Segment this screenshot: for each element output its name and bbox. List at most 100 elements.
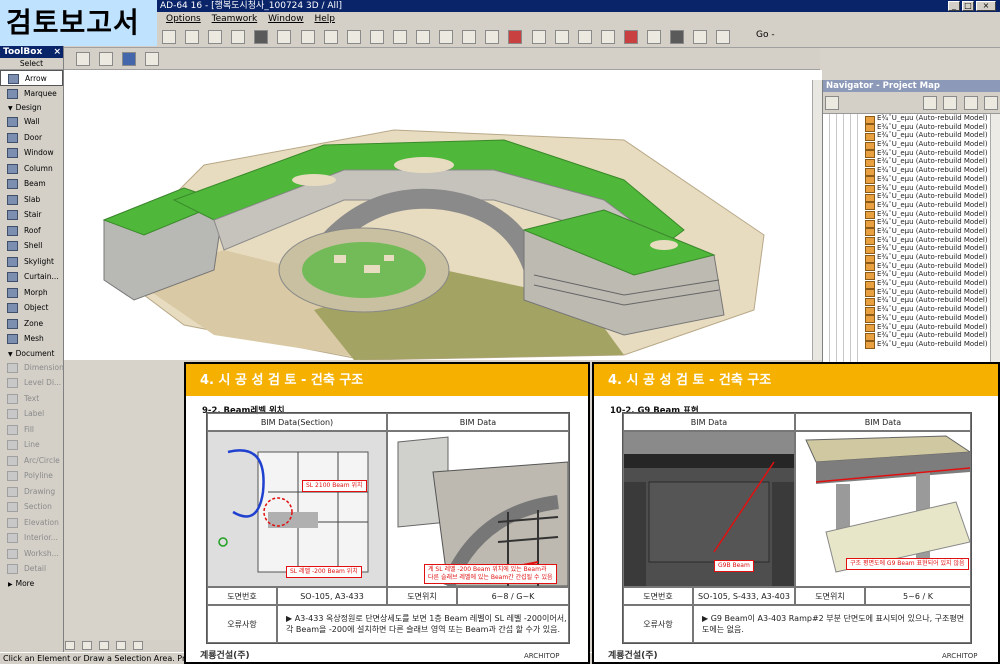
explode-icon[interactable] <box>577 30 592 44</box>
tool-object[interactable]: Object <box>0 300 63 316</box>
navigator-map-icon[interactable] <box>825 96 839 110</box>
navigator-item[interactable]: E¾ˆU_eµu (Auto-rebuild Model) <box>823 210 1000 219</box>
navigator-item[interactable]: E¾ˆU_eµu (Auto-rebuild Model) <box>823 157 1000 167</box>
rotated-rectangle-icon[interactable] <box>122 52 137 66</box>
tool-dimension[interactable]: Dimension <box>0 360 63 376</box>
maximize-button[interactable]: □ <box>962 1 974 11</box>
navigator-item[interactable]: E¾ˆU_eµu (Auto-rebuild Model) <box>823 236 1000 245</box>
navigator-item[interactable]: E¾ˆU_eµu (Auto-rebuild Model) <box>823 201 1000 211</box>
tool-arc-circle[interactable]: Arc/Circle <box>0 453 63 469</box>
navigator-item[interactable]: E¾ˆU_eµu (Auto-rebuild Model) <box>823 192 1000 202</box>
gravity-icon[interactable] <box>254 30 269 44</box>
navigator-item[interactable]: E¾ˆU_eµu (Auto-rebuild Model) <box>823 331 1000 341</box>
navigator-item[interactable]: E¾ˆU_eµu (Auto-rebuild Model) <box>823 314 1000 323</box>
publisher-icon[interactable] <box>983 96 998 110</box>
navigator-item[interactable]: E¾ˆU_eµu (Auto-rebuild Model) <box>823 114 1000 124</box>
intersect-icon[interactable] <box>485 30 500 44</box>
navigator-item[interactable]: E¾ˆU_eµu (Auto-rebuild Model) <box>823 131 1000 141</box>
pointer-icon[interactable] <box>145 52 160 66</box>
eyedropper-icon[interactable] <box>162 30 176 44</box>
tool-roof[interactable]: Roof <box>0 223 63 239</box>
tool-drawing[interactable]: Drawing <box>0 484 63 500</box>
navigator-item[interactable]: E¾ˆU_eµu (Auto-rebuild Model) <box>823 244 1000 254</box>
tool-fill[interactable]: Fill <box>0 422 63 438</box>
navigator-item[interactable]: E¾ˆU_eµu (Auto-rebuild Model) <box>823 305 1000 315</box>
distribute-icon[interactable] <box>300 30 315 44</box>
mirror-icon[interactable] <box>369 30 384 44</box>
tool-detail[interactable]: Detail <box>0 561 63 577</box>
tool-label[interactable]: Label <box>0 406 63 422</box>
tool-wall[interactable]: Wall <box>0 114 63 130</box>
navigator-item[interactable]: E¾ˆU_eµu (Auto-rebuild Model) <box>823 296 1000 306</box>
menu-options[interactable]: Options <box>166 14 201 24</box>
fillet-icon[interactable] <box>531 30 546 44</box>
tool-stair[interactable]: Stair <box>0 207 63 223</box>
navigator-item[interactable]: E¾ˆU_eµu (Auto-rebuild Model) <box>823 262 1000 271</box>
align-icon[interactable] <box>277 30 292 44</box>
layer-icon[interactable] <box>693 30 708 44</box>
go-menu[interactable]: Go - <box>756 30 775 40</box>
tool-mesh[interactable]: Mesh <box>0 331 63 347</box>
3d-viewport[interactable] <box>64 70 822 360</box>
section-icon[interactable] <box>646 30 661 44</box>
pan-icon[interactable] <box>133 641 144 650</box>
rectangle-selection-icon[interactable] <box>99 52 114 66</box>
tool-column[interactable]: Column <box>0 161 63 177</box>
group-icon[interactable] <box>600 30 615 44</box>
navigator-item[interactable]: E¾ˆU_eµu (Auto-rebuild Model) <box>823 140 1000 150</box>
navigator-item[interactable]: E¾ˆU_eµu (Auto-rebuild Model) <box>823 253 1000 263</box>
navigator-item[interactable]: E¾ˆU_eµu (Auto-rebuild Model) <box>823 288 1000 297</box>
offset-icon[interactable] <box>554 30 569 44</box>
design-section[interactable]: Design <box>0 101 63 114</box>
orbit-icon[interactable] <box>116 641 127 650</box>
resize-icon[interactable] <box>416 30 431 44</box>
navigator-item[interactable]: E¾ˆU_eµu (Auto-rebuild Model) <box>823 279 1000 289</box>
zoom-icon[interactable] <box>716 30 731 44</box>
tool-beam[interactable]: Beam <box>0 176 63 192</box>
layout-book-icon[interactable] <box>963 96 978 110</box>
more-section[interactable]: More <box>0 577 63 590</box>
menu-window[interactable]: Window <box>268 14 304 24</box>
navigator-scrollbar[interactable] <box>990 114 1000 362</box>
zoom-in-icon[interactable] <box>65 641 75 650</box>
navigator-item[interactable]: E¾ˆU_eµu (Auto-rebuild Model) <box>823 166 1000 176</box>
menu-help[interactable]: Help <box>314 14 335 24</box>
fit-window-icon[interactable] <box>99 641 110 650</box>
view-map-icon[interactable] <box>943 96 958 110</box>
navigator-item[interactable]: E¾ˆU_eµu (Auto-rebuild Model) <box>823 227 1000 237</box>
trim-icon[interactable] <box>508 30 523 44</box>
tool-skylight[interactable]: Skylight <box>0 254 63 270</box>
tool-line[interactable]: Line <box>0 437 63 453</box>
render-icon[interactable] <box>670 30 685 44</box>
syringe-icon[interactable] <box>185 30 200 44</box>
navigator-item[interactable]: E¾ˆU_eµu (Auto-rebuild Model) <box>823 149 1000 158</box>
magic-wand-icon[interactable] <box>208 30 223 44</box>
viewport-scrollbar[interactable] <box>812 80 822 360</box>
project-map-icon[interactable] <box>923 96 938 110</box>
drag-icon[interactable] <box>323 30 338 44</box>
3d-window-icon[interactable] <box>623 30 638 44</box>
tool-zone[interactable]: Zone <box>0 316 63 332</box>
tool-curtain[interactable]: Curtain... <box>0 269 63 285</box>
tool-arrow[interactable]: Arrow <box>0 70 63 86</box>
minimize-button[interactable]: _ <box>948 1 960 11</box>
tool-door[interactable]: Door <box>0 130 63 146</box>
suspend-groups-icon[interactable] <box>231 30 246 44</box>
navigator-item[interactable]: E¾ˆU_eµu (Auto-rebuild Model) <box>823 184 1000 193</box>
navigator-item[interactable]: E¾ˆU_eµu (Auto-rebuild Model) <box>823 340 1000 350</box>
tool-worksh[interactable]: Worksh... <box>0 546 63 562</box>
tool-section[interactable]: Section <box>0 499 63 515</box>
adjust-icon[interactable] <box>462 30 477 44</box>
rotate-icon[interactable] <box>346 30 361 44</box>
tool-morph[interactable]: Morph <box>0 285 63 301</box>
close-button[interactable]: × <box>976 1 996 11</box>
elevate-icon[interactable] <box>392 30 407 44</box>
navigator-item[interactable]: E¾ˆU_eµu (Auto-rebuild Model) <box>823 270 1000 280</box>
navigator-item[interactable]: E¾ˆU_eµu (Auto-rebuild Model) <box>823 123 1000 132</box>
selection-method-icon[interactable] <box>76 52 90 66</box>
zoom-out-icon[interactable] <box>82 641 93 650</box>
tool-elevation[interactable]: Elevation <box>0 515 63 531</box>
tool-polyline[interactable]: Polyline <box>0 468 63 484</box>
tool-slab[interactable]: Slab <box>0 192 63 208</box>
split-icon[interactable] <box>439 30 454 44</box>
